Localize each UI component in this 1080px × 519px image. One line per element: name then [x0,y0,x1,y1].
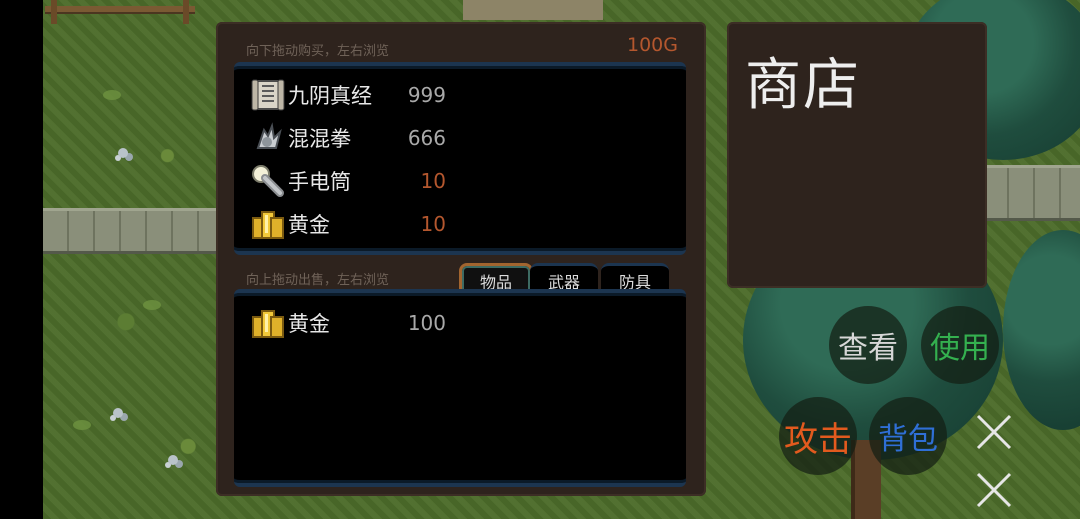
buy-hint: 向下拖动购买，左右浏览 [246,44,390,59]
item-price: 999 [407,83,446,107]
item-name: 九阴真经 [288,84,372,108]
item-price: 10 [420,169,446,193]
fence-post [51,0,57,24]
item-price: 10 [420,212,446,236]
gold-bars-icon [252,211,284,239]
item-name: 黄金 [288,312,330,336]
bag-button[interactable]: 背包 [869,397,947,475]
fence [45,6,195,14]
sell-item-row[interactable]: 黄金 100 [250,305,460,341]
close-icon[interactable] [974,412,1014,452]
use-button[interactable]: 使用 [921,306,999,384]
buy-list[interactable]: 九阴真经 999 混混拳 666 手电筒 10 黄金 10 [234,62,686,255]
buy-item-row[interactable]: 黄金 10 [250,206,460,242]
flower [113,408,123,418]
grass-tuft [73,420,91,430]
shop-panel: 向下拖动购买，左右浏览 100G 九阴真经 999 混混拳 666 手电筒 10… [216,22,706,496]
buy-item-row[interactable]: 混混拳 666 [250,120,460,156]
flashlight-icon [252,165,284,197]
buy-item-row[interactable]: 手电筒 10 [250,163,460,199]
pine-tree [1003,230,1080,430]
stone-wall [983,165,1080,221]
close-icon[interactable] [974,470,1014,510]
sell-list[interactable]: 黄金 100 [234,289,686,487]
stone-wall [43,208,218,254]
flower [118,148,128,158]
title-panel: 商店 [727,22,987,288]
sell-hint: 向上拖动出售，左右浏览 [246,273,390,288]
item-name: 手电筒 [288,170,351,194]
view-button[interactable]: 查看 [829,306,907,384]
item-price: 100 [407,311,446,335]
scroll-icon [251,79,285,111]
dirt-path [463,0,603,20]
grass-tuft [103,90,121,100]
shop-title: 商店 [745,53,861,118]
fence-post [183,0,189,24]
gold-amount: 100G [627,34,678,56]
flower [168,455,178,465]
item-name: 黄金 [288,213,330,237]
item-price: 666 [407,126,446,150]
buy-item-row[interactable]: 九阴真经 999 [250,77,460,113]
item-name: 混混拳 [288,127,351,151]
grass-tuft [143,300,161,310]
attack-button[interactable]: 攻击 [779,397,857,475]
fist-icon [256,122,282,149]
gold-bars-icon [252,310,284,338]
